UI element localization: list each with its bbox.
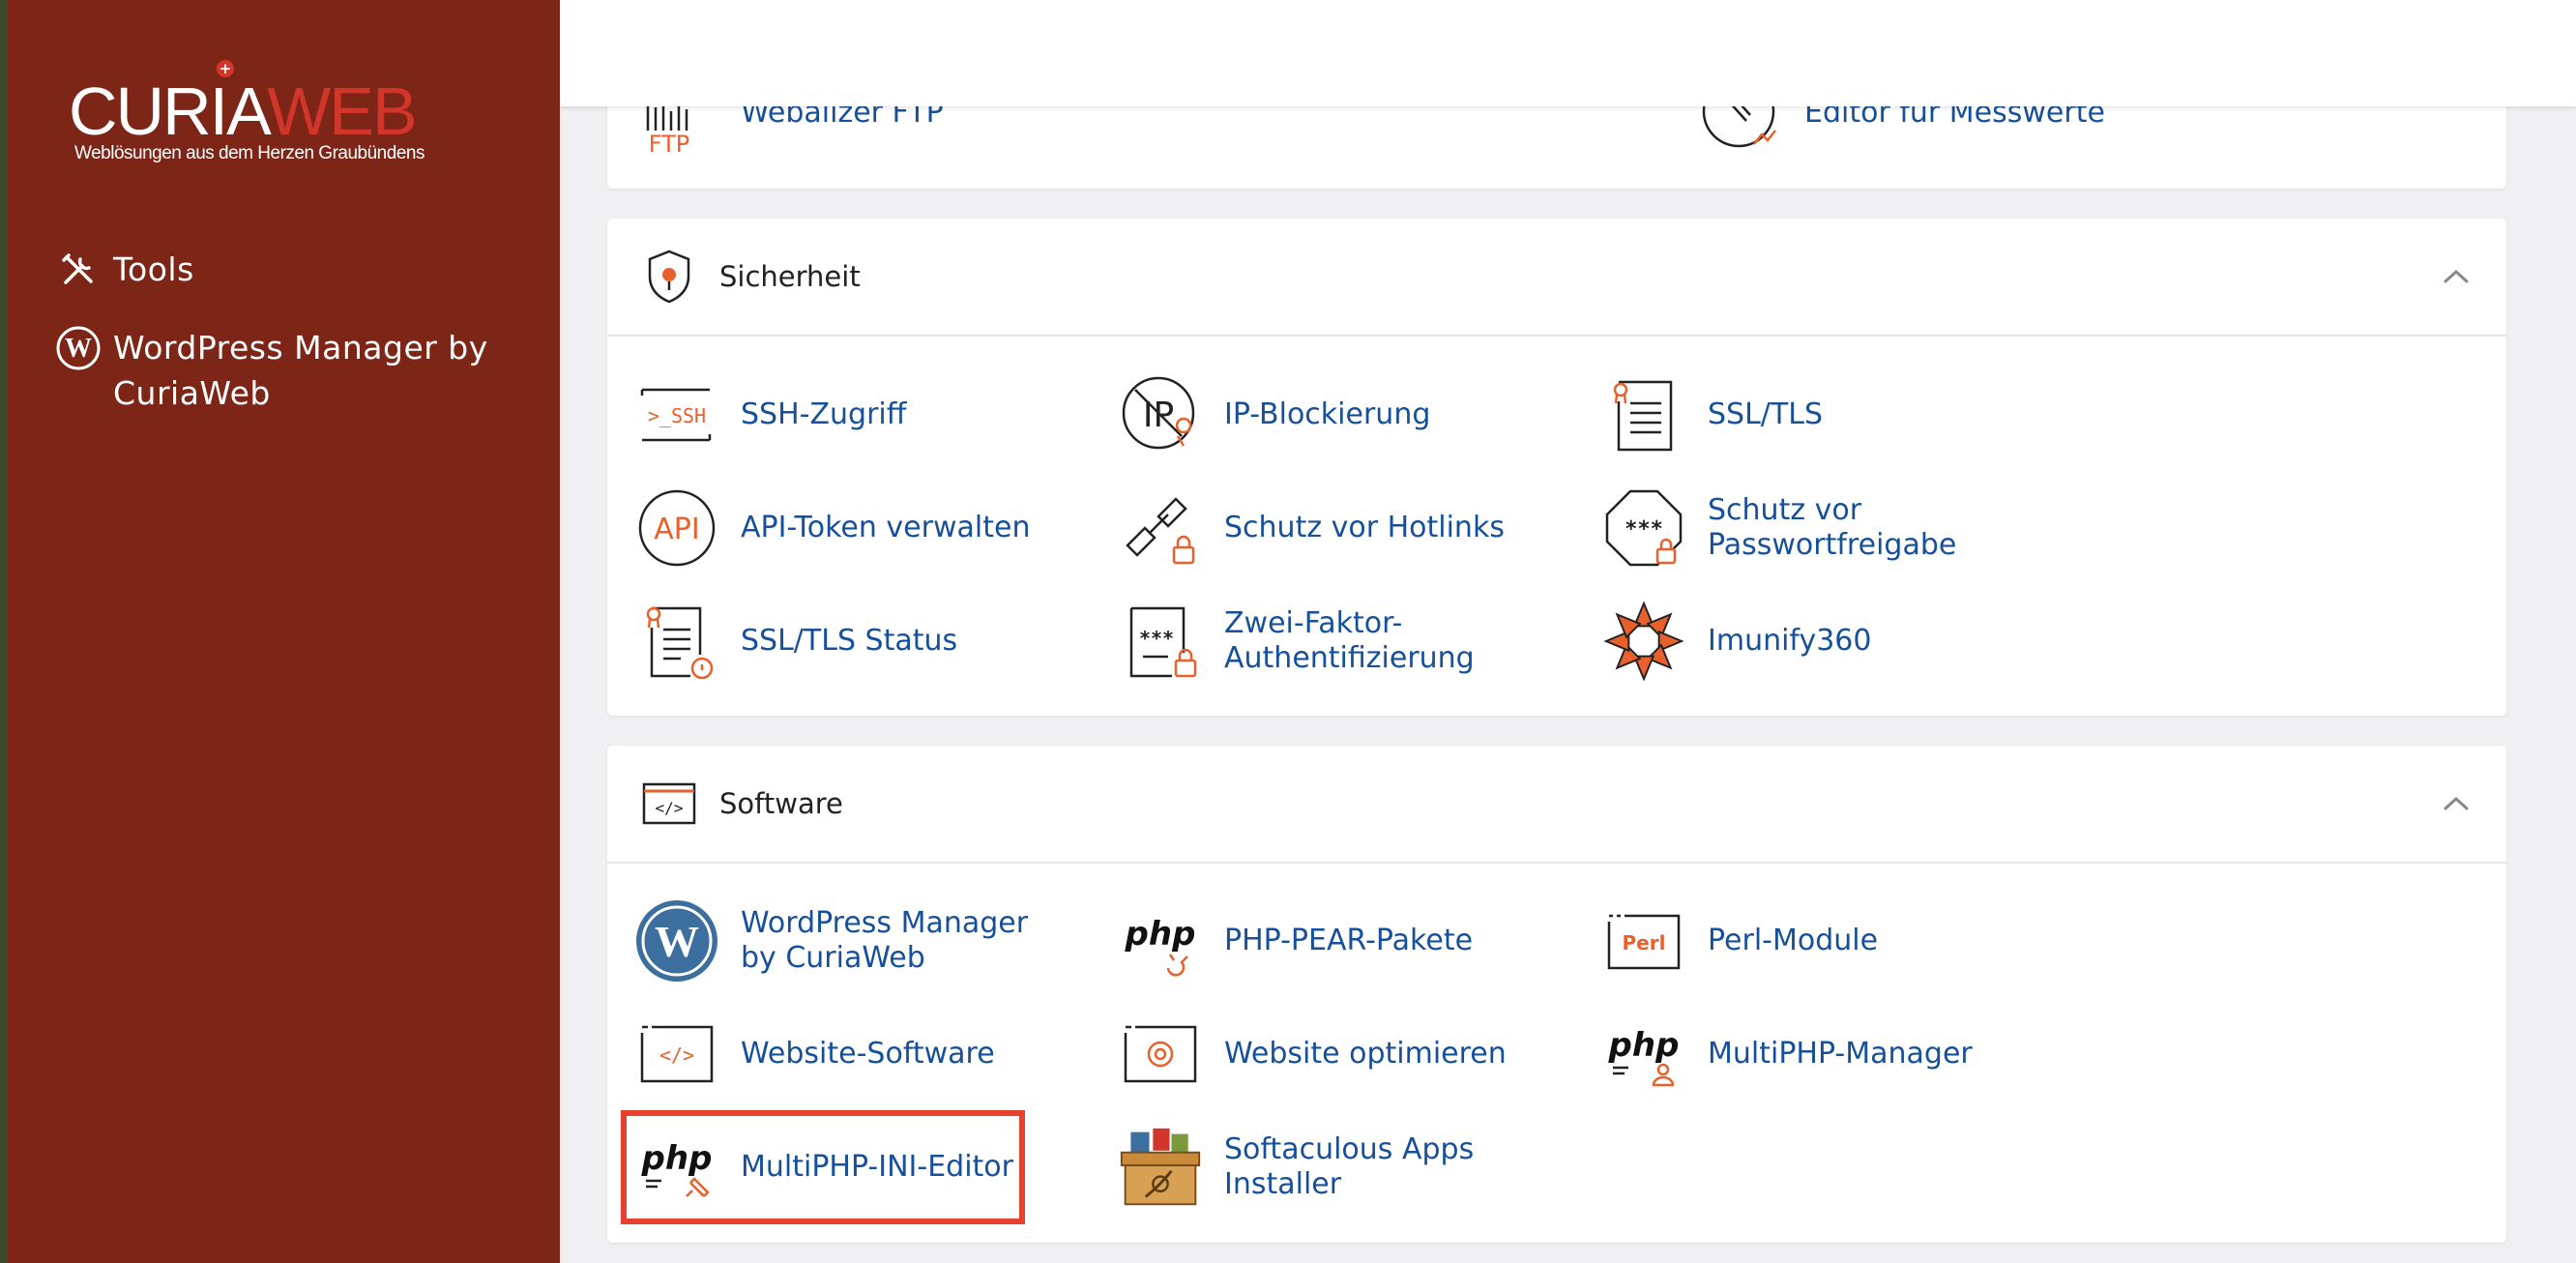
icon-text: </> xyxy=(659,1043,694,1067)
chevron-up-icon[interactable] xyxy=(2435,782,2477,825)
tool-ssl-tls-status[interactable]: SSL/TLS Status xyxy=(634,593,957,690)
tool-label: WordPress Manager by CuriaWeb xyxy=(741,906,1029,975)
tool-imunify360[interactable]: Imunify360 xyxy=(1601,593,1871,690)
tool-label: MultiPHP-Manager xyxy=(1708,1037,1973,1071)
optimize-website-icon xyxy=(1118,1012,1203,1097)
wordpress-icon: W xyxy=(55,325,102,371)
shield-icon xyxy=(638,246,700,308)
tool-two-factor-auth[interactable]: *** Zwei-Faktor-Authentifizierung xyxy=(1118,593,1543,690)
sidebar-item-label: WordPress Manager by CuriaWeb xyxy=(113,329,488,412)
icon-text: FTP xyxy=(649,131,690,154)
icon-text: php xyxy=(1608,1026,1680,1065)
software-panel: </> Software W WordPress Manager by Curi… xyxy=(607,746,2506,1243)
icon-text: *** xyxy=(1625,517,1663,542)
tool-multiphp-manager[interactable]: php MultiPHP-Manager xyxy=(1601,1006,1973,1102)
icon-text: php xyxy=(1125,915,1196,954)
tool-ssl-tls[interactable]: SSL/TLS xyxy=(1601,367,1823,463)
logo-tagline: Weblösungen aus dem Herzen Graubündens xyxy=(74,143,424,163)
tool-label: Zwei-Faktor-Authentifizierung xyxy=(1224,606,1475,675)
logo-word-web: WEB xyxy=(267,73,417,149)
tool-label: SSL/TLS xyxy=(1708,397,1823,431)
logo-wordmark: CURIAWEB xyxy=(69,77,418,145)
tool-php-pear[interactable]: php PHP-PEAR-Pakete xyxy=(1118,893,1473,989)
code-window-icon: </> xyxy=(638,773,700,835)
ssh-icon: >_SSH xyxy=(634,372,719,457)
brand-logo[interactable]: + CURIAWEB Weblösungen aus dem Herzen Gr… xyxy=(69,60,455,176)
password-leak-icon: *** xyxy=(1601,485,1686,571)
softaculous-icon xyxy=(1118,1125,1203,1210)
sidebar: + CURIAWEB Weblösungen aus dem Herzen Gr… xyxy=(7,0,560,1263)
icon-text: >_SSH xyxy=(648,404,706,427)
perl-icon: Perl xyxy=(1601,898,1686,984)
icon-text: API xyxy=(654,513,699,546)
top-header-bar xyxy=(560,0,2576,106)
hotlink-protection-icon xyxy=(1118,485,1203,571)
tool-api-token[interactable]: API API-Token verwalten xyxy=(634,480,1030,576)
ssl-status-icon xyxy=(634,599,719,684)
icon-text: IP xyxy=(1143,396,1174,435)
tool-password-leak-protection[interactable]: *** Schutz vor Passwortfreigabe xyxy=(1601,480,2027,576)
tool-multiphp-ini-editor[interactable]: php MultiPHP-INI-Editor xyxy=(634,1119,1013,1216)
multiphp-manager-icon: php xyxy=(1601,1012,1686,1097)
panel-title: Sicherheit xyxy=(719,260,861,293)
tool-softaculous[interactable]: Softaculous Apps Installer xyxy=(1118,1119,1543,1216)
icon-text: </> xyxy=(656,799,684,817)
imunify360-icon xyxy=(1601,599,1686,684)
tool-label: SSL/TLS Status xyxy=(741,624,958,658)
sidebar-item-tools[interactable]: Tools xyxy=(55,247,194,293)
icon-text: *** xyxy=(1139,627,1174,650)
website-software-icon: </> xyxy=(634,1012,719,1097)
tool-label: API-Token verwalten xyxy=(741,511,1031,544)
tool-label: MultiPHP-INI-Editor xyxy=(741,1150,1013,1184)
sidebar-item-label: Tools xyxy=(113,250,194,288)
tool-wordpress-manager[interactable]: W WordPress Manager by CuriaWeb xyxy=(634,893,1060,989)
multiphp-ini-editor-icon: php xyxy=(634,1125,719,1210)
php-pear-icon: php xyxy=(1118,898,1203,984)
tools-icon xyxy=(55,247,102,293)
window-edge xyxy=(0,0,7,1263)
sidebar-item-wordpress-manager[interactable]: W WordPress Manager by CuriaWeb xyxy=(55,325,529,416)
tool-label: Schutz vor Hotlinks xyxy=(1224,511,1505,544)
svg-text:W: W xyxy=(655,917,699,966)
security-panel-header[interactable]: Sicherheit xyxy=(607,219,2506,337)
tool-ssh-access[interactable]: >_SSH SSH-Zugriff xyxy=(634,367,906,463)
chevron-up-icon[interactable] xyxy=(2435,255,2477,298)
tool-label: SSH-Zugriff xyxy=(741,397,907,431)
icon-text: php xyxy=(641,1139,713,1178)
tool-label: Perl-Module xyxy=(1708,924,1879,957)
tool-hotlink-protection[interactable]: Schutz vor Hotlinks xyxy=(1118,480,1505,576)
tool-label: Softaculous Apps Installer xyxy=(1224,1132,1475,1201)
tool-label: PHP-PEAR-Pakete xyxy=(1224,924,1474,957)
logo-word-curia: CURIA xyxy=(69,73,269,149)
tool-label: Website-Software xyxy=(741,1037,995,1071)
ssl-tls-icon xyxy=(1601,372,1686,457)
software-panel-header[interactable]: </> Software xyxy=(607,746,2506,864)
tool-perl-modules[interactable]: Perl Perl-Module xyxy=(1601,893,1878,989)
tool-optimize-website[interactable]: Website optimieren xyxy=(1118,1006,1507,1102)
panel-title: Software xyxy=(719,787,843,820)
tool-label: IP-Blockierung xyxy=(1224,397,1431,431)
ip-blocker-icon: IP xyxy=(1118,372,1203,457)
tool-label: Schutz vor Passwortfreigabe xyxy=(1708,493,1957,562)
wordpress-logo-icon: W xyxy=(634,898,719,984)
tool-ip-blocker[interactable]: IP IP-Blockierung xyxy=(1118,367,1430,463)
icon-text: Perl xyxy=(1623,931,1666,955)
tool-label: Imunify360 xyxy=(1708,624,1872,658)
svg-text:W: W xyxy=(65,334,92,364)
security-panel: Sicherheit >_SSH SSH-Zugriff IP IP-Block… xyxy=(607,219,2506,716)
two-factor-icon: *** xyxy=(1118,599,1203,684)
tool-label: Website optimieren xyxy=(1224,1037,1507,1071)
api-token-icon: API xyxy=(634,485,719,571)
tool-website-software[interactable]: </> Website-Software xyxy=(634,1006,995,1102)
